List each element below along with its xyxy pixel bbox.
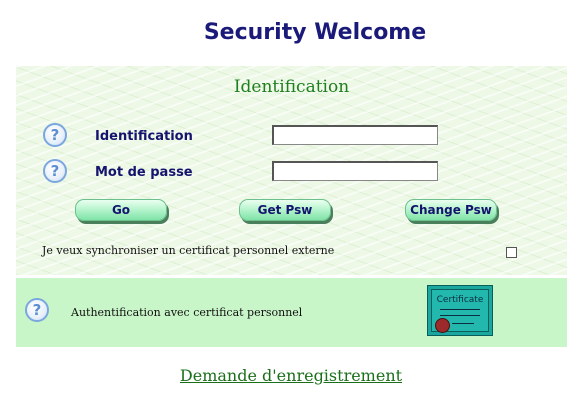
certificate-line xyxy=(440,315,480,316)
certificate-icon-text: Certificate xyxy=(436,295,484,305)
question-mark-icon[interactable]: ? xyxy=(25,298,49,322)
certificate-icon-body: Certificate xyxy=(431,289,489,333)
certificate-seal-icon xyxy=(435,318,450,333)
registration-request-link[interactable]: Demande d'enregistrement xyxy=(0,366,582,385)
password-label: Mot de passe xyxy=(95,165,193,180)
certificate-auth-label: Authentification avec certificat personn… xyxy=(71,306,303,319)
login-panel: Identification ? Identification ? Mot de… xyxy=(16,66,567,275)
get-password-button[interactable]: Get Psw xyxy=(239,199,331,221)
password-input[interactable] xyxy=(272,161,438,181)
identification-input[interactable] xyxy=(272,125,438,145)
login-panel-title: Identification xyxy=(233,77,350,97)
go-button[interactable]: Go xyxy=(75,199,167,221)
certificate-panel: ? Authentification avec certificat perso… xyxy=(16,278,567,347)
identification-label: Identification xyxy=(95,129,193,144)
certificate-icon[interactable]: Certificate xyxy=(427,285,493,336)
sync-certificate-checkbox[interactable] xyxy=(506,247,517,258)
certificate-line xyxy=(452,323,474,324)
question-mark-icon[interactable]: ? xyxy=(43,123,67,147)
sync-certificate-label: Je veux synchroniser un certificat perso… xyxy=(42,244,335,257)
change-password-button[interactable]: Change Psw xyxy=(405,199,497,221)
certificate-line xyxy=(440,309,480,310)
question-mark-icon[interactable]: ? xyxy=(43,159,67,183)
page-title: Security Welcome xyxy=(203,20,427,45)
